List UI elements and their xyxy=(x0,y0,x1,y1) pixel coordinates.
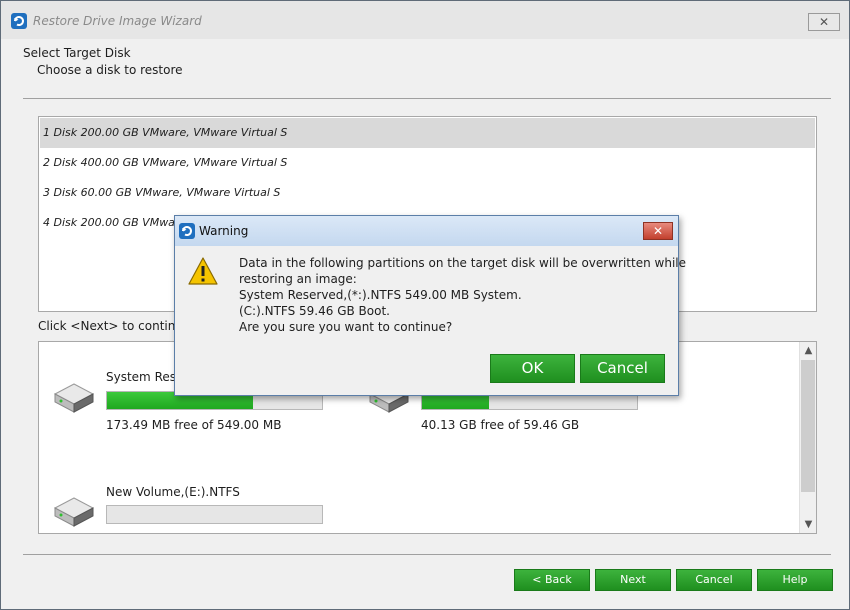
partition-3-name: New Volume,(E:).NTFS xyxy=(106,485,240,499)
title-bar: Restore Drive Image Wizard ✕ xyxy=(1,1,849,39)
cancel-button[interactable]: Cancel xyxy=(676,569,752,591)
warning-dialog: Warning ✕ Data in the following partitio… xyxy=(174,215,686,396)
warning-icon xyxy=(188,257,218,285)
disk-row-1[interactable]: 1 Disk 200.00 GB VMware, VMware Virtual … xyxy=(40,118,815,148)
dialog-message-line: Are you sure you want to continue? xyxy=(239,320,453,334)
app-logo-icon xyxy=(179,223,195,239)
help-button[interactable]: Help xyxy=(757,569,833,591)
dialog-message-line: System Reserved,(*:).NTFS 549.00 MB Syst… xyxy=(239,288,522,302)
scroll-down-icon[interactable]: ▼ xyxy=(800,516,816,533)
partition-1-name: System Res xyxy=(106,370,176,384)
scroll-thumb[interactable] xyxy=(801,360,815,492)
footer-divider xyxy=(23,554,831,555)
disk-row-2[interactable]: 2 Disk 400.00 GB VMware, VMware Virtual … xyxy=(40,148,815,178)
partition-3-usage-bar[interactable] xyxy=(106,505,323,524)
disk-row-3[interactable]: 3 Disk 60.00 GB VMware, VMware Virtual S xyxy=(40,178,815,208)
partition-1-free: 173.49 MB free of 549.00 MB xyxy=(106,418,282,432)
page-title: Select Target Disk xyxy=(23,46,131,60)
dialog-title-bar: Warning ✕ xyxy=(175,216,678,246)
scroll-up-icon[interactable]: ▲ xyxy=(800,342,816,359)
next-button[interactable]: Next xyxy=(595,569,671,591)
dialog-title: Warning xyxy=(199,224,249,238)
dialog-message-line: restoring an image: xyxy=(239,272,357,286)
dialog-message-line: (C:).NTFS 59.46 GB Boot. xyxy=(239,304,390,318)
page-subtitle: Choose a disk to restore xyxy=(37,63,183,77)
app-logo-icon xyxy=(11,13,27,29)
dialog-message-line: Data in the following partitions on the … xyxy=(239,256,686,270)
vertical-scrollbar[interactable]: ▲ ▼ xyxy=(799,342,816,533)
dialog-cancel-button[interactable]: Cancel xyxy=(580,354,665,383)
window-close-button[interactable]: ✕ xyxy=(808,13,840,31)
ok-button[interactable]: OK xyxy=(490,354,575,383)
partition-2-free: 40.13 GB free of 59.46 GB xyxy=(421,418,580,432)
hard-drive-icon xyxy=(53,497,95,527)
back-button[interactable]: < Back xyxy=(514,569,590,591)
window-title: Restore Drive Image Wizard xyxy=(33,14,202,28)
dialog-close-button[interactable]: ✕ xyxy=(643,222,673,240)
hard-drive-icon xyxy=(53,383,95,413)
header-divider xyxy=(23,98,831,99)
continue-hint: Click <Next> to continue xyxy=(38,319,191,333)
